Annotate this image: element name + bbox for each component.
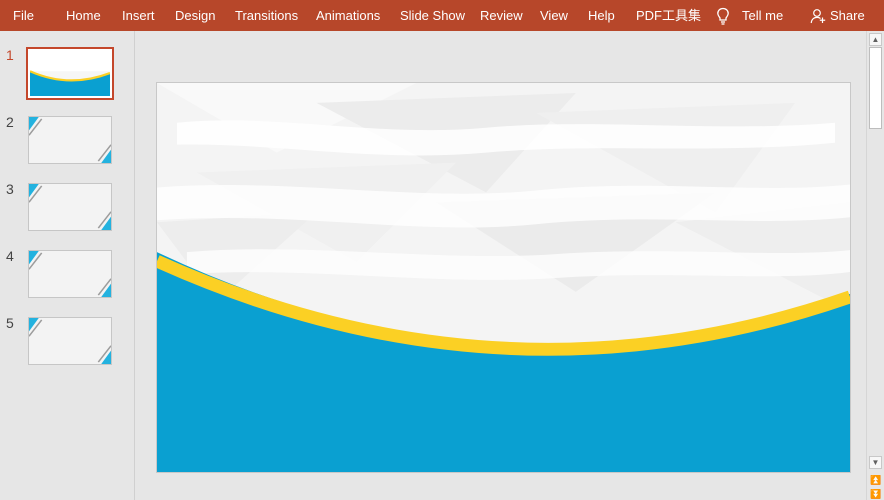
scroll-up-icon[interactable]: ▲ — [869, 33, 882, 46]
thumbnail-preview — [29, 184, 111, 230]
previous-slide-icon[interactable]: ⏫ — [870, 475, 882, 485]
slide-thumbnail-pane: 1 2 3 4 5 — [0, 31, 135, 500]
slide-thumbnail-1[interactable] — [26, 47, 114, 100]
tab-transitions[interactable]: Transitions — [235, 0, 298, 31]
ribbon-bar: File Home Insert Design Transitions Anim… — [0, 0, 884, 31]
thumbnail-preview — [29, 117, 111, 163]
slide-number: 3 — [6, 181, 14, 197]
tab-pdf-tools[interactable]: PDF工具集 — [636, 0, 701, 31]
share-button[interactable]: Share — [810, 0, 865, 31]
next-slide-icon[interactable]: ⏬ — [870, 489, 882, 499]
tab-view[interactable]: View — [540, 0, 568, 31]
current-slide-canvas[interactable] — [156, 82, 851, 473]
slide-thumbnail-5[interactable] — [28, 317, 112, 365]
tab-home[interactable]: Home — [66, 0, 101, 31]
slide-number: 2 — [6, 114, 14, 130]
lightbulb-icon — [717, 7, 729, 25]
slide-editing-area — [136, 31, 866, 500]
slide-background-art — [157, 83, 850, 472]
slide-number: 4 — [6, 248, 14, 264]
thumbnail-preview — [30, 51, 110, 96]
person-add-icon — [810, 8, 826, 23]
thumbnail-preview — [29, 251, 111, 297]
slide-thumbnail-3[interactable] — [28, 183, 112, 231]
tab-slide-show[interactable]: Slide Show — [400, 0, 465, 31]
share-label: Share — [830, 8, 865, 23]
tab-animations[interactable]: Animations — [316, 0, 380, 31]
slide-thumbnail-4[interactable] — [28, 250, 112, 298]
tab-insert[interactable]: Insert — [122, 0, 155, 31]
slide-number: 1 — [6, 47, 14, 63]
scrollbar-thumb[interactable] — [869, 47, 882, 129]
thumbnail-preview — [29, 318, 111, 364]
tell-me-label: Tell me — [742, 8, 784, 23]
tab-help[interactable]: Help — [588, 0, 615, 31]
slide-thumbnail-2[interactable] — [28, 116, 112, 164]
tell-me-box[interactable]: Tell me — [716, 0, 783, 31]
tab-review[interactable]: Review — [480, 0, 523, 31]
vertical-scrollbar[interactable]: ▲ ▼ ⏫ ⏬ — [866, 31, 884, 500]
scroll-down-icon[interactable]: ▼ — [869, 456, 882, 469]
tab-file[interactable]: File — [13, 0, 34, 31]
slide-number: 5 — [6, 315, 14, 331]
tab-design[interactable]: Design — [175, 0, 215, 31]
